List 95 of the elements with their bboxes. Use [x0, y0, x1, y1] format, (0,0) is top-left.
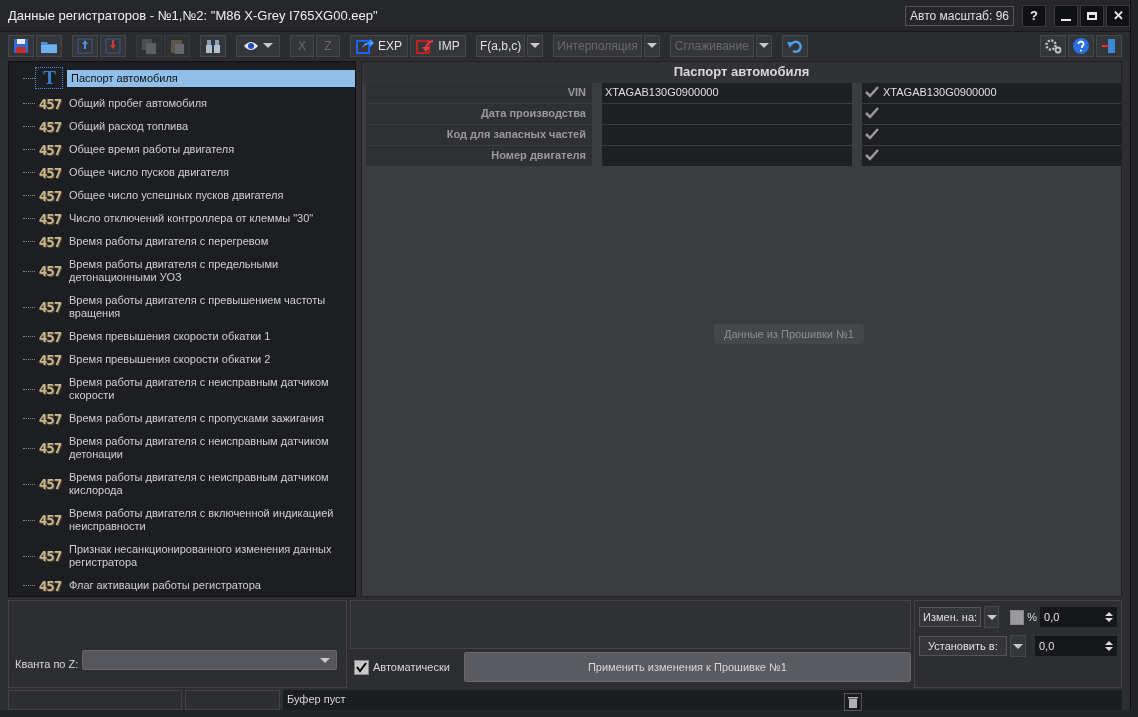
tree-item[interactable]: Время работы двигателя с включенной индикацией неисправности: [65, 505, 355, 535]
number-type-icon: 457: [35, 476, 65, 492]
minimize-button[interactable]: [1054, 4, 1078, 27]
tree-item[interactable]: Время работы двигателя с неисправным датчиком кислорода: [65, 469, 355, 499]
compare-field[interactable]: [862, 146, 1121, 166]
spin-field[interactable]: 0,0: [1040, 607, 1117, 627]
apply-button[interactable]: Применить изменения к Прошивке №1: [463, 652, 911, 682]
number-type-icon: 457: [35, 410, 65, 427]
check-icon: [865, 128, 879, 140]
help-button[interactable]: ?: [1022, 4, 1046, 27]
export-button[interactable]: EXP: [350, 34, 408, 57]
tree-item[interactable]: Общий расход топлива: [65, 118, 355, 135]
number-type-icon: 457: [35, 263, 65, 279]
compare-field[interactable]: [862, 104, 1121, 124]
number-type-icon: 457: [35, 95, 65, 112]
number-type-icon: 457: [35, 351, 65, 368]
check-icon: [865, 107, 879, 119]
percent-checkbox[interactable]: [1010, 609, 1025, 625]
dropdown-button[interactable]: F(a,b,c): [476, 34, 526, 57]
tree-item[interactable]: Время превышения скорости обкатки 1: [65, 328, 355, 345]
number-type-icon: 457: [35, 187, 65, 204]
tree-item[interactable]: Число отключений контроллера от клеммы "30": [65, 210, 355, 227]
tree-item[interactable]: Время работы двигателя с предельными детонационными УОЗ: [65, 256, 355, 286]
number-type-icon: 457: [35, 233, 65, 250]
field-label: Номер двигателя: [366, 146, 592, 166]
field-label: Дата производства: [366, 104, 592, 124]
set-to-button[interactable]: Установить в:: [919, 636, 1007, 656]
close-button[interactable]: ✕: [1106, 4, 1130, 27]
caret-icon[interactable]: [755, 34, 772, 57]
number-type-icon: 457: [35, 328, 65, 345]
value-field[interactable]: [602, 125, 852, 145]
tree-item[interactable]: Время работы двигателя с неисправным датчиком скорости: [65, 374, 355, 404]
tree-item[interactable]: Время работы двигателя с пропусками зажигания: [65, 410, 355, 427]
value-field[interactable]: [602, 104, 852, 124]
tree-item[interactable]: Общее число успешных пусков двигателя: [65, 187, 355, 204]
caret-icon[interactable]: [527, 34, 544, 57]
save-icon[interactable]: [8, 34, 34, 57]
tree-item[interactable]: Общий пробег автомобиля: [65, 95, 355, 112]
tree-item[interactable]: Общее время работы двигателя: [65, 141, 355, 158]
download-icon[interactable]: [100, 34, 126, 57]
eye-icon: [243, 39, 259, 52]
value-field[interactable]: XTAGAB130G0900000: [602, 83, 852, 103]
tree-item[interactable]: Общее число пусков двигателя: [65, 164, 355, 181]
text-type-icon: T: [35, 67, 63, 89]
value-field[interactable]: [602, 146, 852, 166]
tooltip: Данные из Прошивки №1: [714, 324, 864, 344]
trash-icon[interactable]: [844, 693, 862, 711]
number-type-icon: 457: [35, 381, 65, 397]
folder-icon[interactable]: [36, 34, 62, 57]
number-type-icon: 457: [35, 141, 65, 158]
tree-item[interactable]: Признак несанкционированного изменения данных регистратора: [65, 541, 355, 571]
window-title: Данные регистраторов - №1,№2: "M86 X-Grey I765XG00.eep": [8, 8, 379, 23]
undo-icon[interactable]: [781, 34, 808, 57]
view-button[interactable]: [236, 34, 280, 57]
tree-item[interactable]: Время работы двигателя с перегревом: [65, 233, 355, 250]
tree-item[interactable]: Время работы двигателя с превышением частоты вращения: [65, 292, 355, 322]
quant-label: Кванта по Z:: [15, 658, 79, 670]
number-type-icon: 457: [35, 548, 65, 564]
check-icon: [865, 86, 879, 98]
number-type-icon: 457: [35, 164, 65, 181]
binoculars-icon[interactable]: [200, 34, 226, 57]
number-type-icon: 457: [35, 210, 65, 227]
spin-field[interactable]: 0,0: [1035, 636, 1117, 656]
caret-icon: [263, 43, 273, 48]
auto-checkbox[interactable]: [354, 659, 369, 675]
panel-title: Паспорт автомобиля: [362, 62, 1121, 83]
field-label: VIN: [366, 83, 592, 103]
caret-icon[interactable]: [1009, 635, 1026, 657]
maximize-button[interactable]: [1080, 4, 1104, 27]
number-type-icon: 457: [35, 440, 65, 456]
caret-icon[interactable]: [643, 34, 660, 57]
exit-icon[interactable]: [1096, 34, 1122, 57]
tree-item[interactable]: Паспорт автомобиля: [67, 69, 355, 87]
percent-label: %: [1027, 611, 1037, 623]
upload-icon[interactable]: [72, 34, 98, 57]
import-button[interactable]: IMP: [410, 34, 466, 57]
compare-field[interactable]: XTAGAB130G0900000: [862, 83, 1121, 103]
compare-field[interactable]: [862, 125, 1121, 145]
export-icon: [356, 36, 374, 55]
number-type-icon: 457: [35, 299, 65, 315]
auto-label: Автоматически: [373, 661, 450, 673]
tree-item[interactable]: Время превышения скорости обкатки 2: [65, 351, 355, 368]
tree-item[interactable]: Флаг активации работы регистратора: [65, 577, 355, 594]
caret-icon[interactable]: [984, 606, 1000, 628]
check-icon: [865, 149, 879, 161]
status-message: Буфер пуст: [287, 693, 346, 707]
field-label: Код для запасных частей: [366, 125, 592, 145]
help-icon[interactable]: [1068, 34, 1094, 57]
number-type-icon: 457: [35, 512, 65, 528]
tree-item[interactable]: Время работы двигателя с неисправным датчиком детонации: [65, 433, 355, 463]
settings-icon[interactable]: [1040, 34, 1066, 57]
number-type-icon: 457: [35, 577, 65, 594]
number-type-icon: 457: [35, 118, 65, 135]
change-by-button[interactable]: Измен. на:: [919, 607, 982, 627]
zoom-label: Авто масштаб: 96: [905, 5, 1014, 26]
